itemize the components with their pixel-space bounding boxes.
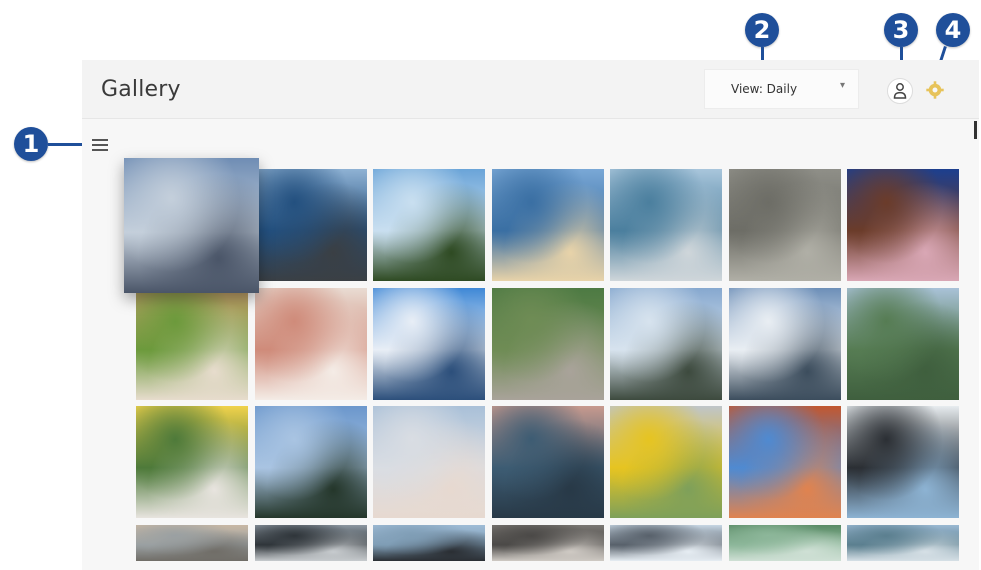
photo-thumbnail-lake[interactable] xyxy=(728,524,841,561)
photo-thumbnail-rock[interactable] xyxy=(728,406,841,518)
photo-thumbnail-eggs[interactable] xyxy=(136,406,248,518)
callout-badge-4: 4 xyxy=(936,13,970,47)
photo-thumbnail-tower[interactable] xyxy=(610,287,722,400)
photo-thumbnail-beach[interactable] xyxy=(491,169,604,281)
photo-thumbnail-forest[interactable] xyxy=(491,287,604,400)
photo-thumbnail-sunset[interactable] xyxy=(491,406,604,518)
callout-leader-1 xyxy=(48,143,85,146)
callout-badge-1: 1 xyxy=(14,127,48,161)
photo-thumbnail-shore[interactable] xyxy=(254,524,367,561)
photo-thumbnail-clouds[interactable] xyxy=(124,158,259,293)
photo-thumbnail-branches[interactable] xyxy=(610,524,722,561)
photo-thumbnail-plant[interactable] xyxy=(136,287,248,400)
photo-thumbnail-palms[interactable] xyxy=(373,169,485,281)
photo-thumbnail-macarons[interactable] xyxy=(847,169,959,281)
photo-grid xyxy=(82,60,979,570)
photo-thumbnail-sea[interactable] xyxy=(254,169,367,281)
photo-thumbnail-umbrella[interactable] xyxy=(373,287,485,400)
photo-thumbnail-sky[interactable] xyxy=(373,406,485,518)
photo-thumbnail-dusk[interactable] xyxy=(136,524,248,561)
photo-thumbnail-drink[interactable] xyxy=(254,287,367,400)
photo-thumbnail-tree[interactable] xyxy=(254,406,367,518)
callout-badge-3: 3 xyxy=(884,13,918,47)
gallery-panel: Gallery View: Daily ▾ xyxy=(82,60,979,570)
photo-thumbnail-bird[interactable] xyxy=(373,524,485,561)
callout-badge-2: 2 xyxy=(745,13,779,47)
photo-thumbnail-tulip[interactable] xyxy=(610,406,722,518)
photo-thumbnail-mountains[interactable] xyxy=(728,287,841,400)
photo-thumbnail-gravel[interactable] xyxy=(728,169,841,281)
photo-thumbnail-parasol[interactable] xyxy=(847,406,959,518)
photo-thumbnail-valley[interactable] xyxy=(847,524,959,561)
photo-thumbnail-pier[interactable] xyxy=(610,169,722,281)
photo-thumbnail-cliff[interactable] xyxy=(491,524,604,561)
photo-thumbnail-hills[interactable] xyxy=(847,287,959,400)
